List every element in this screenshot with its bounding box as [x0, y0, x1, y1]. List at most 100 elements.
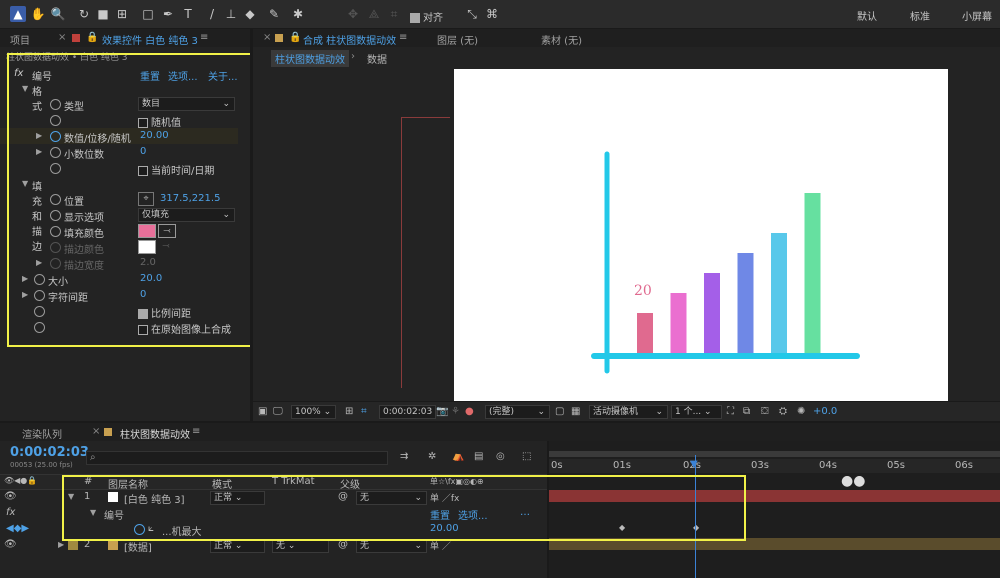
- comp-color-swatch: [104, 428, 112, 436]
- chevron-down-icon: ⌄: [414, 541, 422, 551]
- tab-comp-timeline[interactable]: 柱状图数据动效: [120, 426, 190, 441]
- type-tool-icon[interactable]: T: [180, 6, 196, 22]
- layer-search-input[interactable]: ⌕: [86, 451, 388, 465]
- layer-label-color[interactable]: [68, 540, 78, 550]
- visibility-eye-icon[interactable]: 👁: [4, 539, 17, 550]
- close-icon[interactable]: ×: [58, 32, 66, 43]
- channel-icon[interactable]: ●: [465, 406, 474, 417]
- top-toolbar: ▲ ✋ 🔍 ↻ ■ ⊞ □ ✒ T / ⊥ ◆ ✎ ✱ ✥ ⟁ ⌗ 对齐 ⤡ ⌘…: [0, 0, 1000, 29]
- roi-icon[interactable]: ▢: [555, 406, 564, 417]
- subtab-comp[interactable]: 柱状图数据动效: [271, 50, 349, 67]
- snap-toggle[interactable]: 对齐: [410, 9, 443, 24]
- views-value: 1 个...: [675, 407, 702, 417]
- rectangle-tool-icon[interactable]: □: [140, 6, 156, 22]
- close-icon[interactable]: ×: [263, 32, 271, 43]
- ruler-tick: 05s: [887, 460, 905, 471]
- snapshot-icon[interactable]: 📷: [436, 406, 448, 417]
- views-dropdown[interactable]: 1 个... ⌄: [671, 405, 722, 419]
- hand-tool-icon[interactable]: ✋: [30, 6, 46, 22]
- playhead-icon[interactable]: ▼: [690, 459, 698, 470]
- tab-layer[interactable]: 图层 (无): [437, 32, 478, 47]
- exposure-icon[interactable]: ✺: [797, 406, 805, 417]
- zoom-tool-icon[interactable]: 🔍: [50, 6, 66, 22]
- tab-footage[interactable]: 素材 (无): [541, 32, 582, 47]
- close-icon[interactable]: ×: [92, 426, 100, 437]
- tab-render-queue[interactable]: 渲染队列: [22, 426, 62, 441]
- axis-icon: ✥: [347, 7, 359, 21]
- flowchart-icon[interactable]: ⛭: [779, 406, 787, 417]
- tab-effect-controls[interactable]: 效果控件 白色 纯色 3: [102, 32, 198, 47]
- current-time[interactable]: 0:00:02:03: [10, 445, 89, 460]
- parent-dropdown[interactable]: 无 ⌄: [356, 539, 427, 553]
- timeline-tabbar: 渲染队列 × 柱状图数据动效 ≡: [0, 423, 1000, 441]
- monitor-icon[interactable]: 🖵: [273, 406, 283, 417]
- ruler-tick: 0s: [551, 460, 563, 471]
- frame-blending-icon[interactable]: ▤: [474, 451, 483, 462]
- fx-icon[interactable]: fx: [6, 507, 15, 518]
- eraser-tool-icon[interactable]: ◆: [242, 6, 258, 22]
- quality-value: (完整): [489, 407, 515, 417]
- clone-tool-icon[interactable]: ⊥: [223, 6, 239, 22]
- draft-3d-icon[interactable]: ✲: [428, 451, 436, 462]
- always-preview-icon[interactable]: ▣: [258, 406, 267, 417]
- motion-blur-icon[interactable]: ◎: [496, 451, 505, 462]
- selection-tool-icon[interactable]: ▲: [10, 6, 26, 22]
- pen-tool-icon[interactable]: ✒: [160, 6, 176, 22]
- grid-icon[interactable]: ⊞: [345, 406, 353, 417]
- subtab-data[interactable]: 数据: [367, 51, 387, 66]
- tab-project[interactable]: 项目: [10, 32, 30, 47]
- chart-bar: [670, 293, 687, 353]
- timeline-panel: 渲染队列 × 柱状图数据动效 ≡ 0:00:02:03 00053 (25.00…: [0, 421, 1000, 578]
- toggle-pixel-icon[interactable]: ⛶: [727, 406, 734, 417]
- snap-checkbox[interactable]: [410, 13, 420, 23]
- zoom-dropdown[interactable]: 100% ⌄: [291, 405, 336, 419]
- exposure-value[interactable]: +0.0: [813, 406, 837, 417]
- workspace-small-screen[interactable]: 小屏幕: [962, 8, 992, 23]
- text-layer-icon: [108, 540, 118, 550]
- panel-menu-icon[interactable]: ≡: [192, 426, 200, 437]
- mode-dropdown[interactable]: 正常 ⌄: [210, 539, 265, 553]
- layer-bounds: [401, 117, 450, 388]
- lock-icon: 🔒: [86, 32, 99, 43]
- pan-behind-tool-icon[interactable]: ⊞: [114, 6, 130, 22]
- counter-label: 20: [634, 283, 652, 299]
- shy-icon[interactable]: ⛺: [452, 451, 464, 462]
- puppet-tool-icon[interactable]: ✱: [290, 6, 306, 22]
- mask-icon[interactable]: ⌗: [361, 406, 367, 417]
- cursor-icon: ●●: [841, 473, 866, 489]
- comp-canvas[interactable]: 20: [454, 69, 948, 401]
- show-snapshot-icon[interactable]: ⚘: [451, 406, 460, 417]
- layer-name[interactable]: [数据]: [124, 539, 152, 554]
- resolution-dropdown[interactable]: (完整) ⌄: [485, 405, 550, 419]
- workspace-default[interactable]: 默认: [857, 8, 877, 23]
- roto-brush-icon[interactable]: ✎: [266, 6, 282, 22]
- fast-preview-icon[interactable]: ⛋: [761, 406, 769, 417]
- tab-composition[interactable]: 合成 柱状图数据动效: [303, 32, 396, 47]
- mode-value: 正常: [214, 541, 233, 551]
- ruler-tick: 01s: [613, 460, 631, 471]
- snap-option-icon[interactable]: ⤡: [464, 6, 480, 22]
- panel-menu-icon[interactable]: ≡: [200, 32, 208, 43]
- arrow-right-icon: ›: [351, 51, 355, 62]
- timecode-display[interactable]: 0:00:02:03: [379, 405, 436, 419]
- camera-tool-icon[interactable]: ■: [95, 6, 111, 22]
- visibility-eye-icon[interactable]: 👁: [4, 491, 17, 502]
- 3d-draft-icon[interactable]: ⧉: [743, 406, 750, 417]
- snap-grid-icon[interactable]: ⌘: [484, 6, 500, 22]
- workspace-standard[interactable]: 标准: [910, 8, 930, 23]
- parent-value: 无: [360, 541, 370, 551]
- panel-menu-icon[interactable]: ≡: [399, 32, 407, 43]
- graph-editor-icon[interactable]: ⬚: [522, 451, 531, 462]
- viewer-controls: ▣ 🖵 100% ⌄ ⊞ ⌗ 0:00:02:03 📷 ⚘ ● (完整) ⌄ ▢ …: [253, 401, 1000, 422]
- rotate-tool-icon[interactable]: ↻: [76, 6, 92, 22]
- transparency-grid-icon[interactable]: ▦: [571, 406, 580, 417]
- brush-tool-icon[interactable]: /: [204, 6, 220, 22]
- camera-dropdown[interactable]: 活动摄像机 ⌄: [589, 405, 668, 419]
- expand-triangle-icon[interactable]: ▶: [58, 540, 64, 549]
- keyframe-nav-icon[interactable]: ◀◆▶: [6, 523, 29, 534]
- trkmat-dropdown[interactable]: 无 ⌄: [272, 539, 329, 553]
- time-ruler[interactable]: 0s 01s 02s 03s 04s 05s 06s: [549, 459, 1000, 473]
- highlight-box: [62, 475, 746, 541]
- comp-mini-flowchart-icon[interactable]: ⇉: [400, 451, 408, 462]
- work-area-bar[interactable]: [549, 451, 1000, 457]
